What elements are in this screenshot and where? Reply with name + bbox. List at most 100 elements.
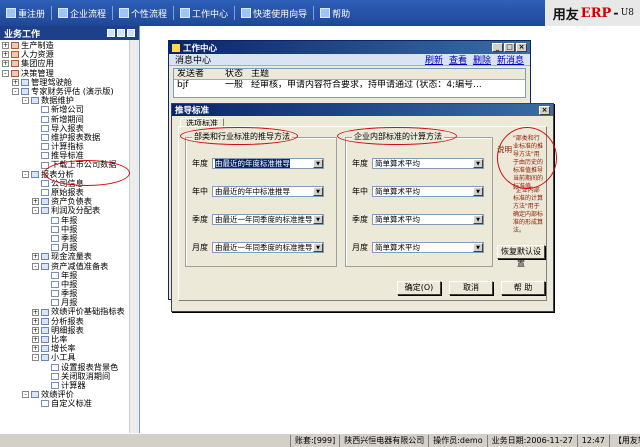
right-field-midyear: 年中 简单算术平均 ▼: [352, 186, 484, 197]
cancel-button[interactable]: 取消: [449, 281, 493, 295]
select-value: 由最近一年同季度的标准推导: [215, 243, 313, 252]
pin-icon[interactable]: [117, 29, 125, 37]
message-sender: bjf: [177, 80, 189, 90]
column-header-status[interactable]: 状态: [222, 69, 248, 79]
message-subject: 经审核，申请内容符合要求，持申请通过 (状态：4;编号...: [251, 80, 482, 90]
chevron-down-icon[interactable]: ▼: [313, 215, 323, 224]
toolbar-work-center-button[interactable]: 工作中心: [174, 0, 234, 26]
message-center-title: 消息中心: [175, 56, 212, 66]
midyear-calculation-select[interactable]: 简单算术平均 ▼: [372, 186, 484, 197]
annual-derivation-select[interactable]: 由最近的年度标准推导 ▼: [212, 158, 324, 169]
collapse-icon[interactable]: -: [32, 354, 39, 362]
tree-item[interactable]: + 明细报表: [0, 325, 139, 335]
table-row[interactable]: bjf 一般 经审核，申请内容符合要求，持申请通过 (状态：4;编号...: [174, 80, 525, 91]
toolbar-quick-guide-button[interactable]: 快速使用向导: [235, 0, 313, 26]
right-field-annual: 年度 简单算术平均 ▼: [352, 158, 484, 169]
column-header-sender[interactable]: 发送者: [174, 69, 222, 79]
close-icon[interactable]: [127, 29, 135, 37]
dialog-close-button[interactable]: ×: [539, 105, 550, 115]
expand-icon[interactable]: +: [2, 42, 9, 50]
select-value: 由最近的年中标准推导: [215, 187, 290, 196]
chevron-down-icon[interactable]: ▼: [313, 187, 323, 196]
midyear-derivation-select[interactable]: 由最近的年中标准推导 ▼: [212, 186, 324, 197]
left-field-midyear: 年中 由最近的年中标准推导 ▼: [192, 186, 324, 197]
personal-flow-icon: [119, 8, 130, 18]
toolbar-enterprise-flow-button[interactable]: 企业流程: [52, 0, 112, 26]
document-icon: [41, 189, 49, 197]
expand-icon[interactable]: +: [32, 336, 39, 344]
collapse-icon[interactable]: -: [32, 207, 39, 215]
expand-icon[interactable]: +: [12, 78, 19, 86]
expand-icon[interactable]: +: [32, 317, 39, 325]
folder-icon: [21, 78, 29, 86]
toolbar-personal-flow-button[interactable]: 个性流程: [113, 0, 173, 26]
maximize-button[interactable]: □: [504, 43, 515, 52]
help-button[interactable]: 帮 助: [501, 281, 545, 295]
right-field-quarterly: 季度 简单算术平均 ▼: [352, 214, 484, 225]
collapse-icon[interactable]: -: [22, 170, 29, 178]
document-icon: [41, 106, 49, 114]
refresh-link[interactable]: 刷新: [425, 53, 443, 66]
select-value: 简单算术平均: [375, 243, 420, 252]
toolbar-reregister-button[interactable]: 重注册: [0, 0, 51, 26]
chevron-down-icon[interactable]: ▼: [473, 215, 483, 224]
top-toolbar: 重注册 企业流程 个性流程 工作中心 快速使用向导 帮助 用友 ERP - U8: [0, 0, 640, 26]
folder-icon: [41, 198, 49, 206]
tree-item[interactable]: 自定义标准: [0, 399, 139, 408]
chevron-down-icon[interactable]: ▼: [473, 187, 483, 196]
toolbar-item-label: 个性流程: [131, 9, 168, 20]
document-icon: [41, 143, 49, 151]
status-time: 12:47: [576, 434, 609, 447]
expand-icon[interactable]: +: [2, 60, 9, 68]
restore-defaults-button[interactable]: 恢复默认设置: [497, 245, 545, 268]
column-header-subject[interactable]: 主题: [248, 69, 525, 79]
quarterly-calculation-select[interactable]: 简单算术平均 ▼: [372, 214, 484, 225]
close-button[interactable]: ×: [516, 43, 527, 52]
expand-icon[interactable]: +: [32, 308, 39, 316]
ok-button[interactable]: 确定(O): [397, 281, 441, 295]
quarterly-derivation-select[interactable]: 由最近一年同季度的标准推导 ▼: [212, 214, 324, 225]
work-center-icon: [172, 43, 180, 52]
field-label: 月度: [352, 243, 368, 252]
annual-calculation-select[interactable]: 简单算术平均 ▼: [372, 158, 484, 169]
field-label: 月度: [192, 243, 208, 252]
document-icon: [51, 271, 59, 279]
minimize-button[interactable]: _: [492, 43, 503, 52]
folder-icon: [41, 317, 49, 325]
note-text-derivation: "部类和行业标准的推导方法"用于由历史的标准值推导当前期间的标准值。: [513, 135, 544, 190]
save-icon[interactable]: [107, 29, 115, 37]
chevron-down-icon[interactable]: ▼: [473, 243, 483, 252]
chevron-down-icon[interactable]: ▼: [313, 243, 323, 252]
document-icon: [51, 280, 59, 288]
document-icon: [41, 179, 49, 187]
collapse-icon[interactable]: -: [22, 391, 29, 399]
collapse-icon[interactable]: -: [2, 69, 9, 77]
field-label: 年中: [192, 187, 208, 196]
expand-icon[interactable]: +: [2, 51, 9, 59]
view-link[interactable]: 查看: [449, 53, 467, 66]
monthly-derivation-select[interactable]: 由最近一年同季度的标准推导 ▼: [212, 242, 324, 253]
toolbar-help-button[interactable]: 帮助: [314, 0, 356, 26]
document-icon: [51, 382, 59, 390]
document-icon: [41, 161, 49, 169]
expand-icon[interactable]: +: [32, 345, 39, 353]
chevron-down-icon[interactable]: ▼: [473, 159, 483, 168]
collapse-icon[interactable]: -: [22, 97, 29, 105]
new-message-link[interactable]: 新消息: [497, 53, 524, 66]
delete-link[interactable]: 删除: [473, 53, 491, 66]
monthly-calculation-select[interactable]: 简单算术平均 ▼: [372, 242, 484, 253]
expand-icon[interactable]: +: [32, 198, 39, 206]
collapse-icon[interactable]: -: [12, 88, 19, 96]
select-value: 简单算术平均: [375, 215, 420, 224]
expand-icon[interactable]: +: [32, 326, 39, 334]
select-value: 简单算术平均: [375, 159, 420, 168]
dialog-titlebar[interactable]: 推导标准 ×: [172, 104, 553, 116]
folder-icon: [11, 51, 19, 59]
document-icon: [51, 299, 59, 307]
chevron-down-icon[interactable]: ▼: [313, 159, 323, 168]
status-company: 陕西兴恒电器有限公司: [339, 434, 428, 447]
message-status: 一般: [225, 80, 244, 90]
collapse-icon[interactable]: -: [32, 262, 39, 270]
navigation-scrollbar[interactable]: [129, 40, 139, 433]
expand-icon[interactable]: +: [32, 253, 39, 261]
